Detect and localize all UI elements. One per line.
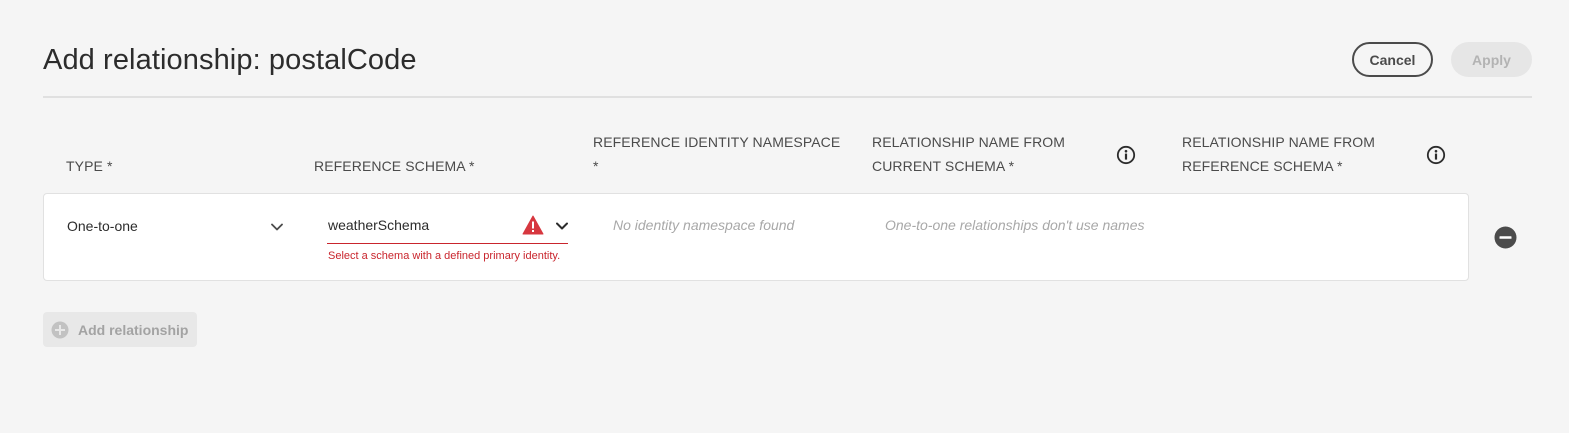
add-relationship-button[interactable]: Add relationship [43, 312, 197, 347]
namespace-placeholder: No identity namespace found [613, 217, 795, 233]
reference-schema-input[interactable]: weatherSchema [328, 217, 429, 233]
column-header-reference-schema-label: REFERENCE SCHEMA * [314, 158, 475, 174]
names-placeholder: One-to-one relationships don't use names [885, 217, 1145, 233]
column-header-reference-schema: REFERENCE SCHEMA * [314, 154, 475, 178]
column-header-reference-namespace-line1: REFERENCE IDENTITY NAMESPACE [593, 134, 841, 150]
column-header-type: TYPE * [66, 154, 113, 178]
alert-icon [522, 215, 544, 235]
cancel-button[interactable]: Cancel [1352, 42, 1433, 77]
column-header-name-reference-line2: REFERENCE SCHEMA * [1182, 158, 1343, 174]
type-select-value[interactable]: One-to-one [67, 218, 138, 234]
column-header-name-current: RELATIONSHIP NAME FROM CURRENT SCHEMA * [872, 130, 1065, 178]
column-header-name-current-line1: RELATIONSHIP NAME FROM [872, 134, 1066, 150]
column-header-name-reference: RELATIONSHIP NAME FROM REFERENCE SCHEMA … [1182, 130, 1375, 178]
add-circle-icon [51, 321, 69, 338]
chevron-down-icon[interactable] [271, 223, 283, 231]
dialog-title: Add relationship: postalCode [43, 44, 417, 76]
column-header-reference-namespace-line2: * [593, 158, 599, 174]
info-icon[interactable] [1116, 145, 1136, 165]
apply-button[interactable]: Apply [1451, 42, 1532, 77]
reference-schema-underline [327, 243, 568, 244]
reference-schema-error: Select a schema with a defined primary i… [328, 250, 561, 262]
remove-circle-icon[interactable] [1494, 226, 1517, 249]
add-relationship-label: Add relationship [78, 321, 189, 338]
chevron-down-icon[interactable] [556, 222, 568, 230]
relationship-row [43, 193, 1469, 281]
column-header-name-reference-line1: RELATIONSHIP NAME FROM [1182, 134, 1376, 150]
column-header-reference-namespace: REFERENCE IDENTITY NAMESPACE * [593, 130, 840, 178]
header-divider [43, 96, 1532, 98]
info-icon[interactable] [1426, 145, 1446, 165]
column-header-name-current-line2: CURRENT SCHEMA * [872, 158, 1015, 174]
column-header-type-label: TYPE * [66, 158, 113, 174]
